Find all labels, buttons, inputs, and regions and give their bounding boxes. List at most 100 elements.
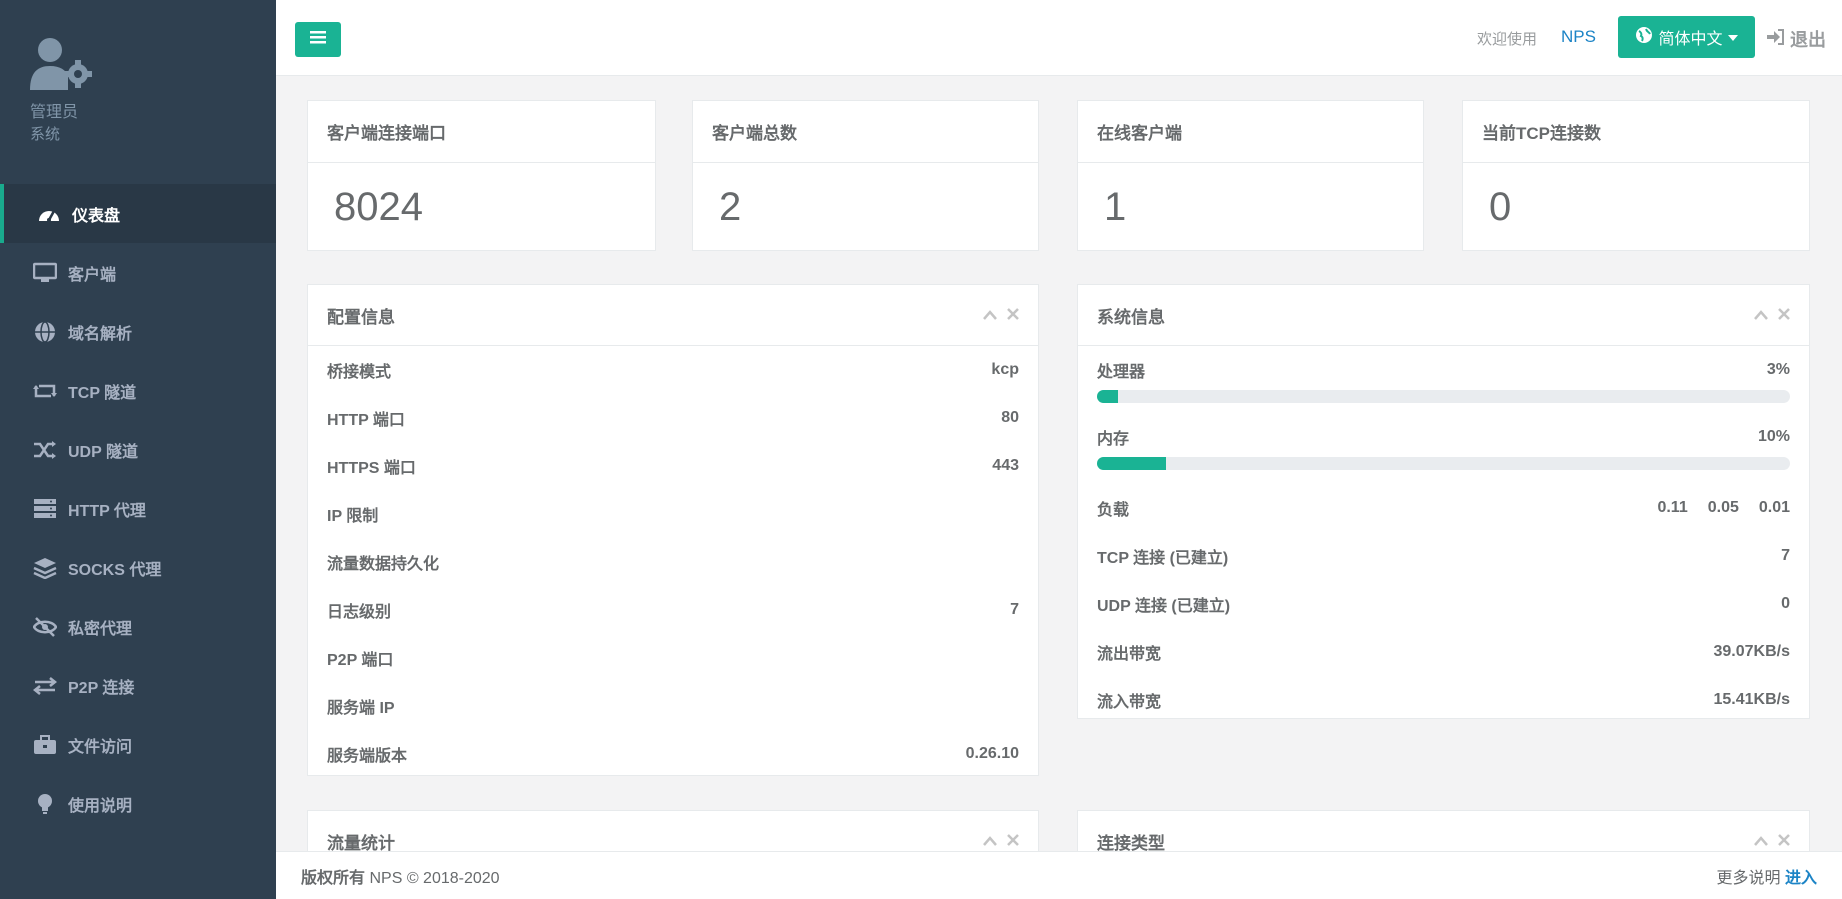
sidebar-item-label: UDP 隧道 xyxy=(68,443,138,461)
sidebar-item-label: 客户端 xyxy=(68,266,117,284)
profile-name: 管理员 xyxy=(30,104,79,121)
config-row-flow-persist: 流量数据持久化 xyxy=(327,556,440,573)
exchange-icon xyxy=(32,675,58,697)
sidebar-item-domain[interactable]: 域名解析 xyxy=(0,302,276,361)
language-globe-icon xyxy=(1635,26,1653,49)
collapse-chevron-up-icon[interactable] xyxy=(983,307,997,323)
globe-icon xyxy=(32,320,58,343)
panel-title: 连接类型 xyxy=(1097,833,1165,853)
sidebar-item-tcp[interactable]: TCP 隧道 xyxy=(0,361,276,420)
config-row-ip-limit: IP 限制 xyxy=(327,508,379,525)
sidebar-item-label: 仪表盘 xyxy=(72,207,121,225)
copyright: 版权所有 NPS © 2018-2020 xyxy=(301,869,500,887)
sidebar-nav: 仪表盘 客户端 域名解析 TCP 隧道 UDP 隧道 HTTP 代理 SOCKS… xyxy=(0,184,276,833)
stat-card-value: 8024 xyxy=(334,185,423,229)
enter-link[interactable]: 进入 xyxy=(1785,870,1817,887)
panel-title: 配置信息 xyxy=(327,307,395,327)
logout-label: 退出 xyxy=(1790,30,1826,50)
sidebar-item-secret-proxy[interactable]: 私密代理 xyxy=(0,597,276,656)
stat-card-title: 客户端连接端口 xyxy=(308,101,655,163)
sidebar-item-label: P2P 连接 xyxy=(68,679,135,697)
memory-progress-fill xyxy=(1097,457,1167,470)
sidebar-item-label: 文件访问 xyxy=(68,738,133,756)
stat-card-title: 客户端总数 xyxy=(693,101,1038,163)
close-icon[interactable] xyxy=(1007,307,1019,323)
config-row-server-version: 服务端版本 0.26.10 xyxy=(327,745,1019,765)
hamburger-icon xyxy=(310,30,326,49)
config-row-http-port: HTTP 端口 80 xyxy=(327,409,1019,429)
sidebar-item-label: HTTP 代理 xyxy=(68,502,146,520)
cpu-progress-fill xyxy=(1097,390,1118,403)
sidebar: 管理员 系统 仪表盘 客户端 域名解析 TCP 隧道 UDP 隧道 HTTP 代… xyxy=(0,0,276,899)
random-icon xyxy=(32,439,58,461)
sidebar-item-label: SOCKS 代理 xyxy=(68,561,162,579)
system-info-panel: 系统信息 处理器 3% 内存 10% 负载 0.11 0.05 0.01 TCP… xyxy=(1077,284,1810,719)
sidebar-item-dashboard[interactable]: 仪表盘 xyxy=(0,184,276,243)
language-dropdown-button[interactable]: 简体中文 xyxy=(1618,16,1755,58)
menu-toggle-button[interactable] xyxy=(295,22,341,57)
close-icon[interactable] xyxy=(1778,307,1790,323)
retweet-icon xyxy=(32,380,58,402)
stat-card-client-total: 客户端总数 2 xyxy=(692,100,1039,251)
sidebar-item-udp[interactable]: UDP 隧道 xyxy=(0,420,276,479)
more-info: 更多说明 进入 xyxy=(1716,869,1817,887)
stat-card-client-port: 客户端连接端口 8024 xyxy=(307,100,656,251)
stat-card-online-clients: 在线客户端 1 xyxy=(1077,100,1424,251)
top-navbar: 欢迎使用 NPS 简体中文 退出 xyxy=(276,0,1842,76)
collapse-chevron-up-icon[interactable] xyxy=(1754,307,1768,323)
sidebar-item-label: 使用说明 xyxy=(68,797,133,815)
sys-row-udp: UDP 连接 (已建立) 0 xyxy=(1097,595,1790,615)
desktop-icon xyxy=(32,262,58,284)
welcome-text: 欢迎使用 xyxy=(1477,31,1538,48)
collapse-chevron-up-icon[interactable] xyxy=(1754,833,1768,849)
sidebar-item-file-access[interactable]: 文件访问 xyxy=(0,715,276,774)
load-row: 负载 0.11 0.05 0.01 xyxy=(1097,499,1790,519)
profile: 管理员 系统 xyxy=(30,36,250,146)
cpu-usage: 处理器 3% xyxy=(1078,358,1809,403)
memory-usage: 内存 10% xyxy=(1078,425,1809,470)
cpu-progress-bar xyxy=(1097,390,1790,403)
stat-card-title: 当前TCP连接数 xyxy=(1463,101,1809,163)
sys-row-tcp: TCP 连接 (已建立) 7 xyxy=(1097,547,1790,567)
config-row-server-ip: 服务端 IP xyxy=(327,700,395,717)
sys-row-out-bandwidth: 流出带宽 39.07KB/s xyxy=(1097,643,1790,663)
stat-card-value: 1 xyxy=(1104,185,1127,229)
admin-avatar-icon xyxy=(30,36,96,90)
sidebar-item-http-proxy[interactable]: HTTP 代理 xyxy=(0,479,276,538)
stat-card-value: 2 xyxy=(719,185,742,229)
sign-out-icon xyxy=(1766,28,1784,50)
dashboard-icon xyxy=(36,203,62,225)
sidebar-item-label: TCP 隧道 xyxy=(68,384,137,402)
stat-card-tcp-connections: 当前TCP连接数 0 xyxy=(1462,100,1810,251)
stat-card-value: 0 xyxy=(1489,185,1512,229)
sys-row-in-bandwidth: 流入带宽 15.41KB/s xyxy=(1097,691,1790,711)
footer: 版权所有 NPS © 2018-2020 更多说明 进入 xyxy=(276,851,1842,899)
config-row-https-port: HTTPS 端口 443 xyxy=(327,457,1019,477)
profile-role: 系统 xyxy=(30,126,61,143)
config-row-log-level: 日志级别 7 xyxy=(327,601,1019,621)
sidebar-item-label: 域名解析 xyxy=(68,325,133,343)
close-icon[interactable] xyxy=(1778,833,1790,849)
sidebar-item-help[interactable]: 使用说明 xyxy=(0,774,276,833)
language-label: 简体中文 xyxy=(1658,31,1723,48)
eye-slash-icon xyxy=(32,616,58,638)
collapse-chevron-up-icon[interactable] xyxy=(983,833,997,849)
sidebar-item-socks-proxy[interactable]: SOCKS 代理 xyxy=(0,538,276,597)
briefcase-icon xyxy=(32,734,58,756)
memory-progress-bar xyxy=(1097,457,1790,470)
sidebar-item-p2p[interactable]: P2P 连接 xyxy=(0,656,276,715)
sidebar-item-label: 私密代理 xyxy=(68,620,133,638)
close-icon[interactable] xyxy=(1007,833,1019,849)
logout-link[interactable]: 退出 xyxy=(1766,26,1826,52)
stat-card-title: 在线客户端 xyxy=(1078,101,1423,163)
config-row-bridge-mode: 桥接模式 kcp xyxy=(327,361,1019,381)
config-row-p2p-port: P2P 端口 xyxy=(327,652,394,669)
caret-down-icon xyxy=(1727,28,1738,46)
sidebar-item-clients[interactable]: 客户端 xyxy=(0,243,276,302)
config-info-panel: 配置信息 桥接模式 kcp HTTP 端口 80 HTTPS 端口 443 IP 限制… xyxy=(307,284,1039,776)
brand-link[interactable]: NPS xyxy=(1561,27,1596,47)
layers-icon xyxy=(32,557,58,579)
panel-title: 系统信息 xyxy=(1097,307,1165,327)
lightbulb-icon xyxy=(32,793,58,815)
server-icon xyxy=(32,498,58,520)
